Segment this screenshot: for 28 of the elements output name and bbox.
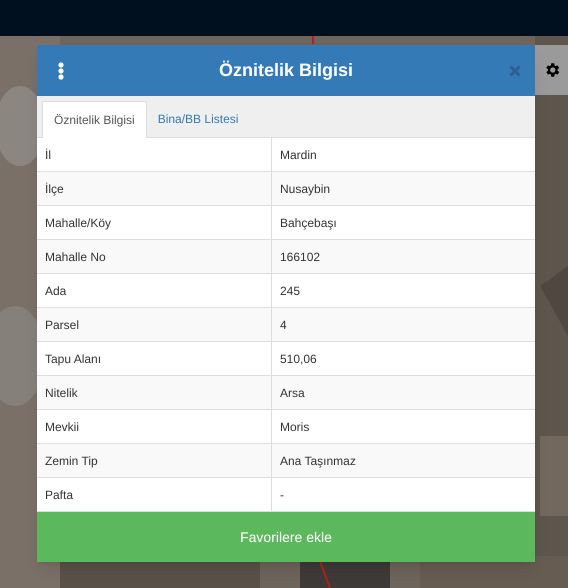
table-cell-text: Pafta xyxy=(45,486,74,504)
table-cell-text: 510,06 xyxy=(280,350,317,368)
table-cell-text: Tapu Alanı xyxy=(45,350,102,368)
table-cell-text: 166102 xyxy=(280,248,320,266)
table-cell-text: Ana Taşınmaz xyxy=(280,452,356,470)
table-cell-text: İlçe xyxy=(45,180,64,198)
table-cell-text: İl xyxy=(45,146,51,164)
tab[interactable]: Öznitelik Bilgisi xyxy=(42,101,147,138)
table-cell-text: Parsel xyxy=(45,316,80,334)
table-cell-text: Moris xyxy=(280,418,310,436)
table-cell-text: Nitelik xyxy=(45,384,78,402)
table-cell-text: Bahçebaşı xyxy=(280,214,337,232)
table-cell-text: Arsa xyxy=(280,384,305,402)
add-to-favorites-button[interactable]: Favorilere ekle xyxy=(37,512,535,562)
table-cell-text: Ada xyxy=(45,282,66,300)
table-cell-text: 4 xyxy=(280,316,287,334)
more-icon[interactable] xyxy=(58,62,64,80)
dialog-title: Öznitelik Bilgisi xyxy=(218,59,354,82)
table-cell-text: Nusaybin xyxy=(280,180,330,198)
table-cell-text: Mevkii xyxy=(45,418,80,436)
table-cell-text: 245 xyxy=(280,282,300,300)
table-cell-text: Zemin Tip xyxy=(45,452,98,470)
settings-button[interactable] xyxy=(535,45,568,95)
tab[interactable]: Bina/BB Listesi xyxy=(146,100,250,137)
table-cell-text: Mahalle/Köy xyxy=(45,214,112,232)
table-cell-text: - xyxy=(280,486,284,504)
table-cell-text: Mahalle No xyxy=(45,248,106,266)
table-cell-text: Mardin xyxy=(280,146,317,164)
